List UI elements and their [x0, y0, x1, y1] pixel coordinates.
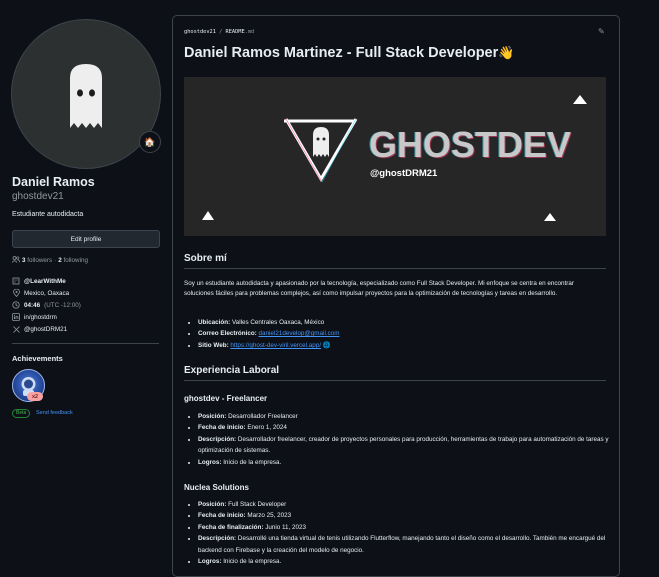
clock-icon [12, 301, 20, 309]
following-link[interactable]: 2 following [58, 257, 88, 264]
banner-handle: @ghostDRM21 [370, 168, 438, 179]
achievements-title: Achievements [12, 354, 63, 363]
profile-bio: Estudiante autodidacta [12, 211, 84, 218]
list-item: Fecha de finalización: Junio 11, 2023 [198, 522, 618, 533]
about-divider [184, 268, 606, 269]
list-item: Fecha de inicio: Enero 1, 2024 [198, 422, 618, 433]
breadcrumb-repo-link[interactable]: ghostdev21 [184, 29, 216, 35]
location-row: Mexico, Oaxaca [12, 289, 69, 297]
x-logo-icon [12, 325, 20, 333]
job-company: ghostdev - Freelancer [184, 394, 268, 403]
about-heading: Sobre mí [184, 253, 227, 264]
profile-banner: GHOSTDEV GHOSTDEV GHOSTDEV @ghostDRM21 [184, 77, 606, 236]
twitter-row[interactable]: @ghostDRM21 [12, 325, 67, 333]
org-row[interactable]: @LearWithMe [12, 277, 66, 285]
status-button[interactable]: 🏠 [139, 131, 161, 153]
job-details: Posición: Full Stack Developer Fecha de … [184, 499, 618, 567]
list-item: Descripción: Desarrollé una tienda virtu… [198, 533, 618, 556]
profile-username: ghostdev21 [12, 191, 64, 202]
linkedin-row[interactable]: in/ghostdrm [12, 313, 57, 321]
about-text: Soy un estudiante autodidacta y apasiona… [184, 280, 574, 297]
edit-profile-button[interactable]: Edit profile [12, 230, 160, 248]
list-item: Posición: Full Stack Developer [198, 499, 618, 510]
contact-list: Ubicación: Valles Centrales Oaxaca, Méxi… [184, 317, 618, 351]
list-item: Descripción: Desarrollador freelancer, c… [198, 434, 618, 457]
list-item: Correo Electrónico: daniel21develop@gmai… [198, 328, 618, 339]
website-link[interactable]: https://ghost-dev-viril.vercel.app/ [230, 342, 321, 349]
breadcrumb: ghostdev21 / README.md [184, 29, 255, 35]
ghostdev-logo: GHOSTDEV GHOSTDEV GHOSTDEV @ghostDRM21 [202, 95, 587, 221]
organization-icon [12, 277, 20, 285]
followers-link[interactable]: 3 followers [22, 257, 52, 264]
profile-name: Daniel Ramos [12, 175, 95, 189]
badge-multiplier: x2 [27, 392, 43, 401]
send-feedback-link[interactable]: Send feedback [36, 409, 73, 417]
list-item: Ubicación: Valles Centrales Oaxaca, Méxi… [198, 317, 618, 328]
local-time-row: 04:46 (UTC -12:00) [12, 301, 81, 309]
list-item: Sitio Web: https://ghost-dev-viril.verce… [198, 340, 618, 351]
list-item: Fecha de inicio: Marzo 25, 2023 [198, 510, 618, 521]
experience-heading: Experiencia Laboral [184, 365, 280, 376]
follow-stats: 3 followers · 2 following [11, 256, 88, 265]
job-company: Nuclea Solutions [184, 483, 249, 492]
edit-pencil-icon[interactable]: ✎ [598, 27, 605, 36]
sidebar-divider [12, 343, 159, 344]
waving-hand-icon: 👋 [498, 45, 515, 60]
house-icon: 🏠 [144, 136, 156, 147]
experience-divider [184, 380, 606, 381]
list-item: Logros: Inicio de la empresa. [198, 457, 618, 468]
breadcrumb-file: README [225, 29, 245, 35]
people-icon [11, 256, 21, 265]
linkedin-icon [12, 313, 20, 321]
list-item: Posición: Desarrollador Freelancer [198, 411, 618, 422]
banner-logo-text: GHOSTDEV [369, 124, 571, 165]
readme-title: Daniel Ramos Martinez - Full Stack Devel… [184, 45, 515, 61]
beta-label: Beta [12, 409, 31, 418]
job-details: Posición: Desarrollador Freelancer Fecha… [184, 411, 618, 468]
location-pin-icon [12, 289, 20, 297]
ghost-avatar-icon [70, 64, 102, 128]
email-link[interactable]: daniel21develop@gmail.com [259, 330, 340, 337]
avatar[interactable] [11, 19, 161, 169]
globe-icon: 🌐 [322, 341, 331, 349]
